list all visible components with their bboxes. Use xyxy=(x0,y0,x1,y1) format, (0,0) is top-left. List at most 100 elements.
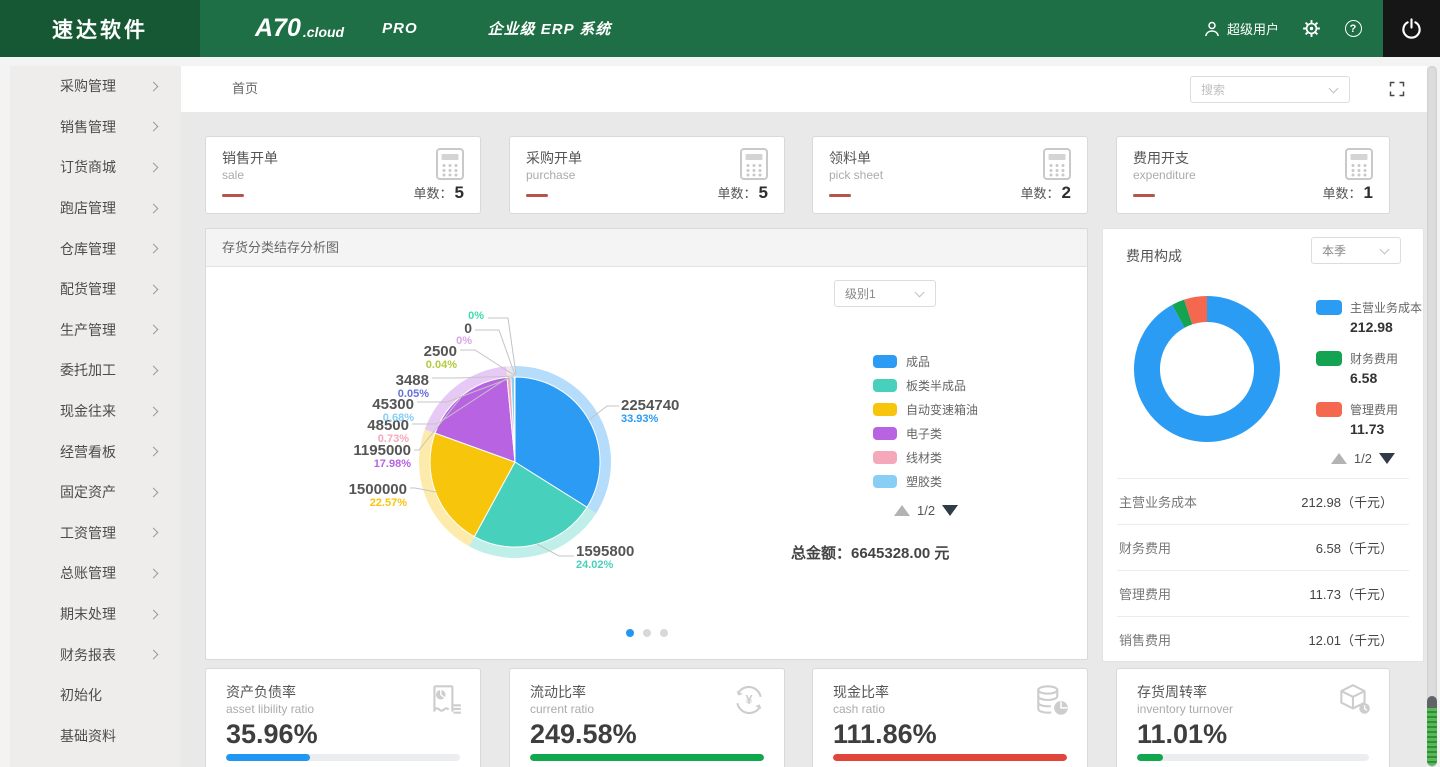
sidebar-item-2[interactable]: 订货商城 xyxy=(10,147,181,188)
sidebar-item-7[interactable]: 委托加工 xyxy=(10,350,181,391)
pie-legend-item-4[interactable]: 线材类 xyxy=(873,445,978,469)
carousel-dot-1[interactable] xyxy=(626,629,634,637)
scrollbar-thumb[interactable] xyxy=(1427,696,1437,766)
sidebar-item-label: 仓库管理 xyxy=(60,239,116,259)
pie-total-amount: 总金额：6645328.00 元 xyxy=(791,542,949,563)
logout-button[interactable] xyxy=(1383,0,1440,57)
settings-button[interactable] xyxy=(1301,19,1321,39)
kpi-progress-fill xyxy=(226,754,310,761)
sidebar-item-14[interactable]: 财务报表 xyxy=(10,634,181,675)
help-icon: ? xyxy=(1345,20,1362,37)
stat-card-3[interactable]: 费用开支expenditure单数：1 xyxy=(1116,136,1390,214)
sidebar-item-12[interactable]: 总账管理 xyxy=(10,553,181,594)
legend-pager: 1/2 xyxy=(894,503,958,518)
pie-legend-item-1[interactable]: 板类半成品 xyxy=(873,373,978,397)
expense-row-value: 6.58（千元） xyxy=(1316,538,1393,557)
stat-card-2[interactable]: 领料单pick sheet单数：2 xyxy=(812,136,1088,214)
sidebar-item-label: 总账管理 xyxy=(60,563,116,583)
help-button[interactable]: ? xyxy=(1343,19,1363,39)
pager-page: 1/2 xyxy=(917,503,935,518)
expense-row-label: 管理费用 xyxy=(1119,584,1171,603)
expense-legend-item-2[interactable]: 管理费用 11.73 xyxy=(1316,401,1422,437)
user-menu[interactable]: 超级用户 xyxy=(1203,19,1279,38)
legend-swatch xyxy=(873,451,897,464)
period-select[interactable]: 本季 xyxy=(1311,237,1401,264)
chevron-right-icon xyxy=(149,447,159,457)
sidebar-item-label: 跑店管理 xyxy=(60,198,116,218)
app-header: 速达软件 A70 .cloud PRO 企业级 ERP 系统 超级用户 ? xyxy=(0,0,1440,57)
sidebar-item-8[interactable]: 现金往来 xyxy=(10,391,181,432)
expense-donut-chart[interactable] xyxy=(1122,284,1292,454)
legend-label: 线材类 xyxy=(906,449,942,466)
stat-card-0[interactable]: 销售开单sale单数：5 xyxy=(205,136,481,214)
stat-card-count: 单数：5 xyxy=(414,183,464,203)
pie-label-oil: 1500000 22.57% xyxy=(349,482,407,509)
sidebar-item-15[interactable]: 初始化 xyxy=(10,675,181,716)
stat-card-subtitle: purchase xyxy=(526,168,575,182)
level-select[interactable]: 级别1 xyxy=(834,280,936,307)
legend-value: 11.73 xyxy=(1350,421,1422,437)
chevron-right-icon xyxy=(149,528,159,538)
carousel-dot-3[interactable] xyxy=(660,629,668,637)
pager-down-icon[interactable] xyxy=(942,505,958,516)
sidebar-item-1[interactable]: 销售管理 xyxy=(10,107,181,148)
sidebar-item-5[interactable]: 配货管理 xyxy=(10,269,181,310)
chevron-right-icon xyxy=(149,568,159,578)
search-input[interactable] xyxy=(1201,83,1330,97)
pie-label-finished: 2254740 33.93% xyxy=(621,398,679,425)
pager-up-icon[interactable] xyxy=(1331,453,1347,464)
sidebar-item-10[interactable]: 固定资产 xyxy=(10,472,181,513)
pie-legend-item-5[interactable]: 塑胶类 xyxy=(873,469,978,493)
expense-row-2: 管理费用11.73（千元） xyxy=(1117,570,1409,616)
sidebar-item-16[interactable]: 基础资料 xyxy=(10,716,181,757)
kpi-title: 存货周转率 xyxy=(1137,682,1207,702)
kpi-progress-track xyxy=(530,754,764,761)
sidebar-item-3[interactable]: 跑店管理 xyxy=(10,188,181,229)
chevron-right-icon xyxy=(149,325,159,335)
scrollbar-track[interactable] xyxy=(1427,66,1437,767)
scrollbar-thumb-cap xyxy=(1427,696,1437,708)
legend-value: 6.58 xyxy=(1350,370,1422,386)
stat-card-1[interactable]: 采购开单purchase单数：5 xyxy=(509,136,785,214)
product-title: A70 .cloud PRO 企业级 ERP 系统 xyxy=(255,0,611,57)
calculator-icon xyxy=(740,148,768,180)
pie-label-semifinished: 1595800 24.02% xyxy=(576,544,634,571)
kpi-progress-fill xyxy=(530,754,764,761)
sidebar-item-13[interactable]: 期末处理 xyxy=(10,594,181,635)
sidebar-item-4[interactable]: 仓库管理 xyxy=(10,228,181,269)
accent-dash xyxy=(222,194,244,197)
pager-up-icon[interactable] xyxy=(894,505,910,516)
sidebar-item-11[interactable]: 工资管理 xyxy=(10,513,181,554)
search-combobox[interactable] xyxy=(1190,76,1350,103)
sidebar-item-6[interactable]: 生产管理 xyxy=(10,310,181,351)
expense-legend-item-0[interactable]: 主营业务成本212.98 xyxy=(1316,299,1422,335)
legend-label: 管理费用 xyxy=(1350,401,1398,418)
kpi-value: 11.01% xyxy=(1137,719,1227,750)
pie-legend-item-3[interactable]: 电子类 xyxy=(873,421,978,445)
expense-legend-item-1[interactable]: 财务费用 6.58 xyxy=(1316,350,1422,386)
expense-row-value: 212.98（千元） xyxy=(1301,492,1393,511)
refresh-yen-icon: ¥ xyxy=(730,681,768,719)
pie-legend-item-0[interactable]: 成品 xyxy=(873,349,978,373)
legend-label: 自动变速箱油 xyxy=(906,401,978,418)
stat-card-count: 单数：5 xyxy=(718,183,768,203)
sidebar-item-0[interactable]: 采购管理 xyxy=(10,66,181,107)
logo[interactable]: 速达软件 xyxy=(0,0,200,57)
header-actions: 超级用户 ? xyxy=(1203,0,1363,57)
stat-card-title: 销售开单 xyxy=(222,148,278,168)
legend-swatch xyxy=(873,403,897,416)
legend-label: 财务费用 xyxy=(1350,350,1398,367)
expense-row-value: 12.01（千元） xyxy=(1308,630,1393,649)
pie-legend-item-2[interactable]: 自动变速箱油 xyxy=(873,397,978,421)
product-suffix: .cloud xyxy=(303,24,344,40)
chevron-right-icon xyxy=(149,81,159,91)
sidebar-item-9[interactable]: 经营看板 xyxy=(10,431,181,472)
kpi-title: 资产负债率 xyxy=(226,682,296,702)
gear-icon xyxy=(1302,19,1321,38)
sidebar-item-label: 基础资料 xyxy=(60,726,116,746)
fullscreen-button[interactable] xyxy=(1389,81,1405,97)
pager-down-icon[interactable] xyxy=(1379,453,1395,464)
chevron-right-icon xyxy=(149,406,159,416)
carousel-dot-2[interactable] xyxy=(643,629,651,637)
pie-legend: 成品板类半成品自动变速箱油电子类线材类塑胶类 xyxy=(873,349,978,493)
